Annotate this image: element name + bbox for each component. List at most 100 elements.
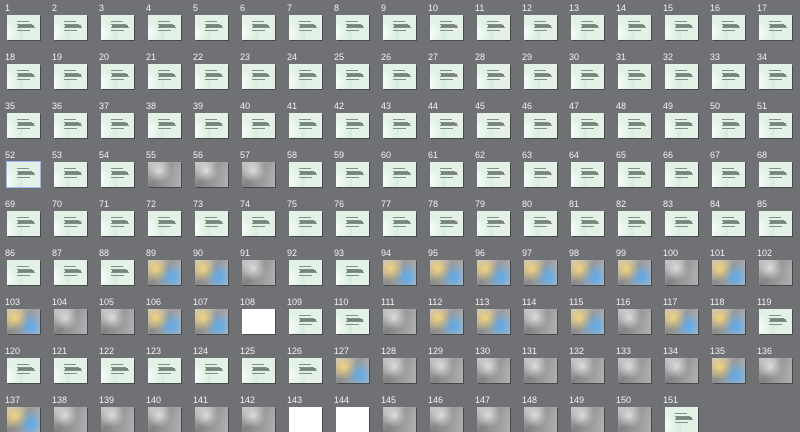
slide-thumbnail-photo[interactable] bbox=[430, 358, 463, 383]
slide-thumbnail-photo[interactable] bbox=[712, 309, 745, 334]
slide-thumbnail[interactable] bbox=[289, 64, 322, 89]
slide-thumbnail[interactable] bbox=[618, 113, 651, 138]
slide-thumbnail-photo[interactable] bbox=[430, 309, 463, 334]
slide-thumbnail-photo[interactable] bbox=[383, 358, 416, 383]
slide-thumbnail-photo[interactable] bbox=[524, 260, 557, 285]
slide-thumbnail-photo[interactable] bbox=[242, 407, 275, 432]
slide-thumbnail[interactable] bbox=[195, 64, 228, 89]
slide-thumbnail-photo[interactable] bbox=[712, 260, 745, 285]
slide-thumbnail[interactable] bbox=[289, 162, 322, 187]
slide-thumbnail-photo[interactable] bbox=[665, 260, 698, 285]
slide-thumbnail[interactable] bbox=[289, 113, 322, 138]
slide-thumbnail[interactable] bbox=[101, 211, 134, 236]
slide-thumbnail-photo[interactable] bbox=[7, 407, 40, 432]
slide-thumbnail-photo[interactable] bbox=[524, 407, 557, 432]
slide-thumbnail[interactable] bbox=[712, 15, 745, 40]
slide-thumbnail[interactable] bbox=[618, 15, 651, 40]
slide-thumbnail[interactable] bbox=[571, 113, 604, 138]
slide-thumbnail[interactable] bbox=[759, 64, 792, 89]
slide-thumbnail[interactable] bbox=[712, 162, 745, 187]
slide-thumbnail[interactable] bbox=[336, 309, 369, 334]
slide-thumbnail[interactable] bbox=[195, 211, 228, 236]
slide-thumbnail-photo[interactable] bbox=[712, 358, 745, 383]
slide-thumbnail-photo[interactable] bbox=[7, 309, 40, 334]
slide-thumbnail[interactable] bbox=[571, 162, 604, 187]
slide-thumbnail[interactable] bbox=[665, 211, 698, 236]
slide-thumbnail-photo[interactable] bbox=[571, 309, 604, 334]
slide-thumbnail[interactable] bbox=[148, 113, 181, 138]
slide-thumbnail-photo[interactable] bbox=[336, 358, 369, 383]
slide-thumbnail[interactable] bbox=[336, 162, 369, 187]
slide-thumbnail[interactable] bbox=[524, 113, 557, 138]
slide-thumbnail[interactable] bbox=[524, 15, 557, 40]
slide-thumbnail[interactable] bbox=[618, 211, 651, 236]
slide-thumbnail[interactable] bbox=[712, 211, 745, 236]
slide-thumbnail[interactable] bbox=[477, 15, 510, 40]
slide-thumbnail[interactable] bbox=[383, 64, 416, 89]
slide-thumbnail-photo[interactable] bbox=[618, 358, 651, 383]
slide-thumbnail[interactable] bbox=[148, 15, 181, 40]
slide-thumbnail-photo[interactable] bbox=[571, 407, 604, 432]
slide-thumbnail[interactable] bbox=[7, 358, 40, 383]
slide-thumbnail[interactable] bbox=[477, 113, 510, 138]
slide-thumbnail-photo[interactable] bbox=[524, 309, 557, 334]
slide-thumbnail[interactable] bbox=[430, 162, 463, 187]
slide-thumbnail[interactable] bbox=[54, 211, 87, 236]
slide-thumbnail[interactable] bbox=[289, 260, 322, 285]
slide-thumbnail-photo[interactable] bbox=[148, 407, 181, 432]
slide-thumbnail-photo[interactable] bbox=[759, 358, 792, 383]
slide-thumbnail[interactable] bbox=[383, 211, 416, 236]
slide-thumbnail-photo[interactable] bbox=[571, 260, 604, 285]
slide-thumbnail-photo[interactable] bbox=[195, 309, 228, 334]
slide-thumbnail-photo[interactable] bbox=[195, 260, 228, 285]
slide-thumbnail[interactable] bbox=[665, 113, 698, 138]
slide-thumbnail-photo[interactable] bbox=[665, 358, 698, 383]
slide-thumbnail-photo[interactable] bbox=[195, 407, 228, 432]
slide-thumbnail[interactable] bbox=[383, 162, 416, 187]
slide-thumbnail-photo[interactable] bbox=[665, 309, 698, 334]
slide-thumbnail[interactable] bbox=[195, 113, 228, 138]
slide-thumbnail-photo[interactable] bbox=[571, 358, 604, 383]
slide-thumbnail-photo[interactable] bbox=[524, 358, 557, 383]
slide-thumbnail[interactable] bbox=[336, 64, 369, 89]
slide-thumbnail[interactable] bbox=[289, 15, 322, 40]
slide-thumbnail-photo[interactable] bbox=[383, 260, 416, 285]
slide-thumbnail[interactable] bbox=[101, 260, 134, 285]
slide-thumbnail[interactable] bbox=[759, 162, 792, 187]
slide-thumbnail-logo[interactable] bbox=[242, 309, 275, 334]
slide-thumbnail-photo[interactable] bbox=[477, 358, 510, 383]
slide-thumbnail[interactable] bbox=[430, 211, 463, 236]
slide-thumbnail[interactable] bbox=[54, 64, 87, 89]
slide-thumbnail[interactable] bbox=[618, 162, 651, 187]
slide-thumbnail-photo[interactable] bbox=[477, 260, 510, 285]
slide-thumbnail[interactable] bbox=[54, 113, 87, 138]
slide-thumbnail-photo[interactable] bbox=[430, 260, 463, 285]
slide-thumbnail[interactable] bbox=[289, 358, 322, 383]
slide-thumbnail[interactable] bbox=[7, 15, 40, 40]
slide-thumbnail[interactable] bbox=[54, 15, 87, 40]
slide-thumbnail[interactable] bbox=[7, 64, 40, 89]
slide-thumbnail[interactable] bbox=[7, 113, 40, 138]
slide-thumbnail-photo[interactable] bbox=[759, 260, 792, 285]
slide-thumbnail[interactable] bbox=[336, 211, 369, 236]
slide-thumbnail[interactable] bbox=[195, 15, 228, 40]
slide-thumbnail[interactable] bbox=[101, 64, 134, 89]
slide-thumbnail[interactable] bbox=[148, 358, 181, 383]
slide-thumbnail[interactable] bbox=[759, 211, 792, 236]
slide-thumbnail[interactable] bbox=[430, 15, 463, 40]
slide-thumbnail-logo[interactable] bbox=[336, 407, 369, 432]
slide-thumbnail[interactable] bbox=[383, 113, 416, 138]
slide-thumbnail[interactable] bbox=[524, 64, 557, 89]
slide-thumbnail-photo[interactable] bbox=[383, 309, 416, 334]
slide-thumbnail-photo[interactable] bbox=[477, 407, 510, 432]
slide-thumbnail[interactable] bbox=[665, 64, 698, 89]
slide-thumbnail[interactable] bbox=[242, 64, 275, 89]
slide-thumbnail[interactable] bbox=[759, 309, 792, 334]
slide-thumbnail[interactable] bbox=[712, 64, 745, 89]
slide-thumbnail-photo[interactable] bbox=[618, 260, 651, 285]
slide-thumbnail[interactable] bbox=[477, 211, 510, 236]
slide-thumbnail[interactable] bbox=[571, 211, 604, 236]
slide-thumbnail[interactable] bbox=[54, 162, 87, 187]
slide-thumbnail[interactable] bbox=[101, 15, 134, 40]
slide-thumbnail[interactable] bbox=[242, 113, 275, 138]
